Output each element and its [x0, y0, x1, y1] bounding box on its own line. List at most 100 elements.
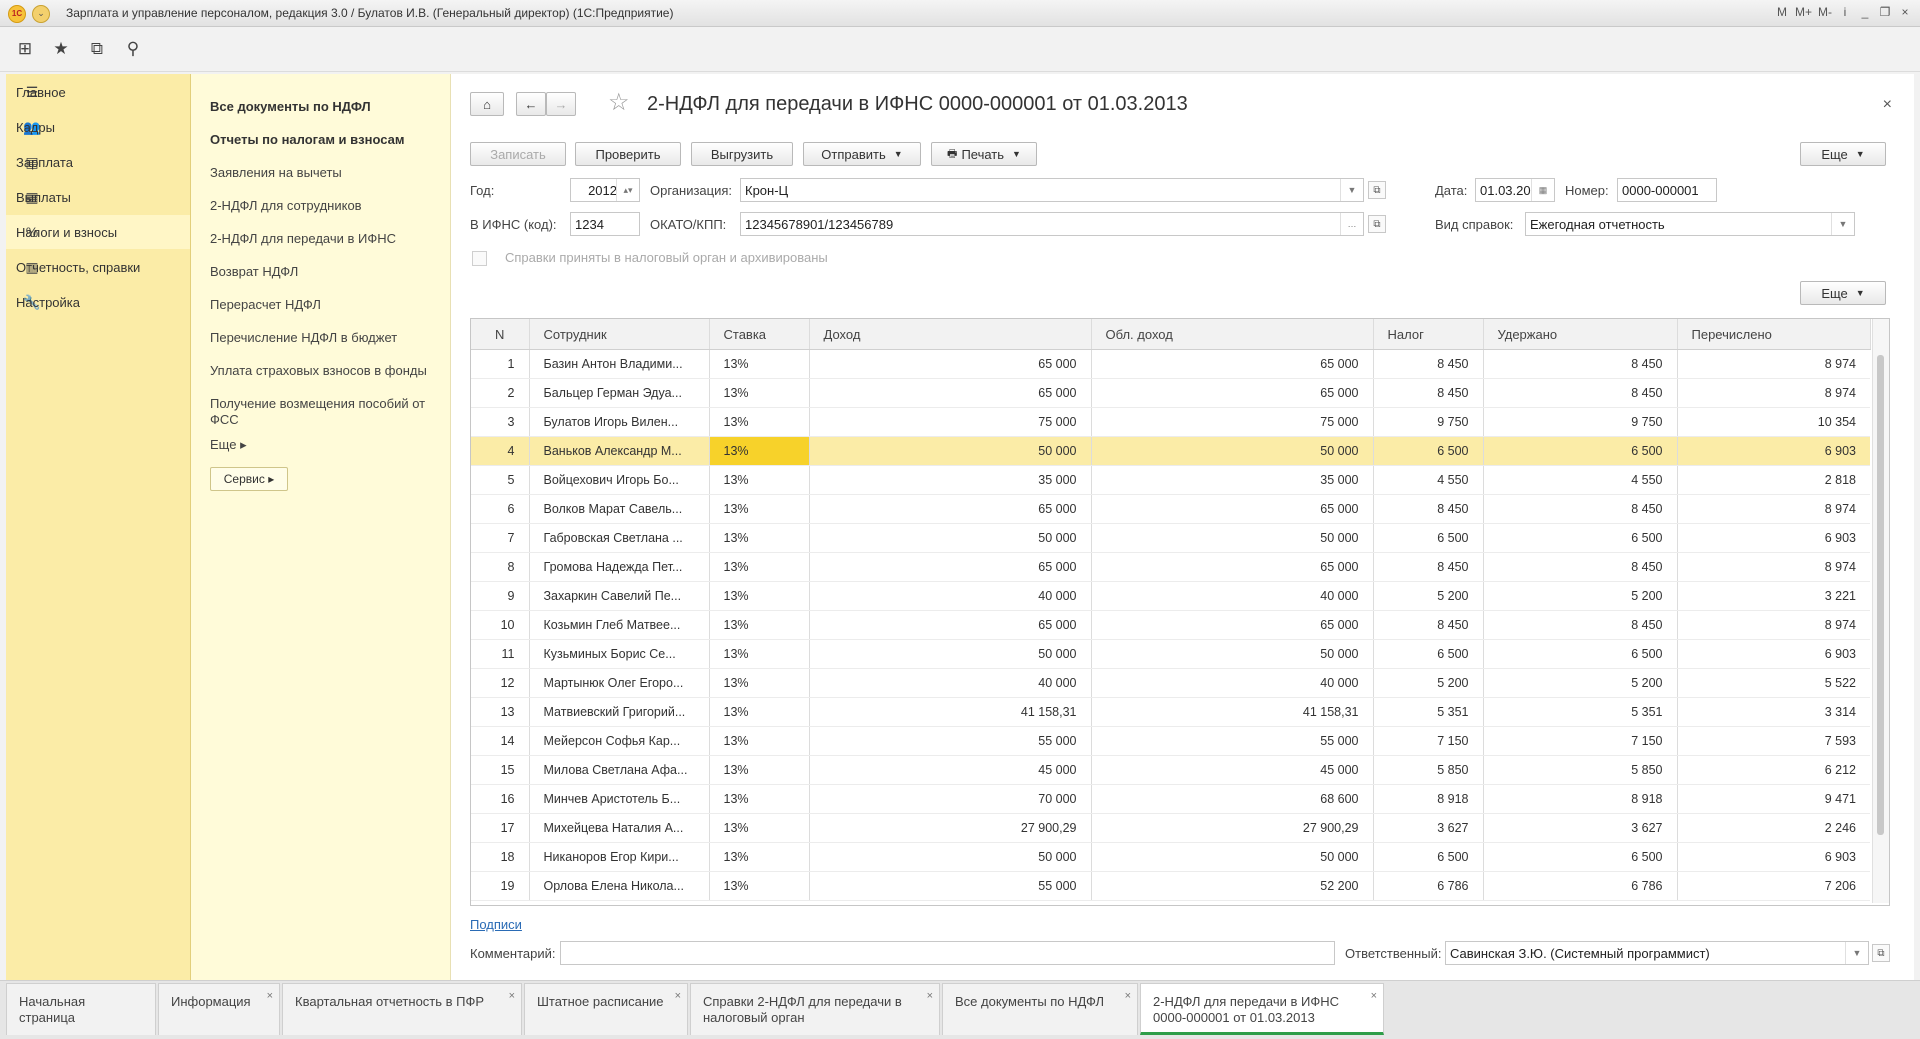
- table-cell[interactable]: 5 200: [1483, 668, 1678, 698]
- send-button[interactable]: Отправить ▼: [803, 142, 921, 166]
- table-cell[interactable]: 6 786: [1483, 871, 1678, 901]
- year-field[interactable]: 2012 ▴▾: [570, 178, 640, 202]
- table-cell[interactable]: 8 450: [1483, 610, 1678, 640]
- table-cell[interactable]: 6 500: [1483, 436, 1678, 466]
- table-cell[interactable]: 13%: [709, 552, 810, 582]
- scrollbar-thumb[interactable]: [1877, 355, 1884, 835]
- ellipsis-icon[interactable]: …: [1340, 213, 1363, 235]
- table-cell[interactable]: 8 450: [1483, 378, 1678, 408]
- open-responsible-button[interactable]: ⧉: [1872, 944, 1890, 962]
- col-header-tax[interactable]: Налог: [1373, 319, 1484, 350]
- table-cell[interactable]: 5 522: [1677, 668, 1870, 698]
- table-cell[interactable]: 7 206: [1677, 871, 1870, 901]
- table-cell[interactable]: Войцехович Игорь Бо...: [529, 465, 710, 495]
- table-cell[interactable]: 6 903: [1677, 436, 1870, 466]
- forward-button[interactable]: →: [546, 92, 576, 116]
- apps-grid-icon[interactable]: ⊞: [14, 39, 36, 59]
- favorite-star-icon[interactable]: ☆: [608, 88, 630, 117]
- table-cell[interactable]: 12: [471, 668, 530, 698]
- col-header-rate[interactable]: Ставка: [709, 319, 810, 350]
- table-cell[interactable]: 6 500: [1483, 639, 1678, 669]
- export-button[interactable]: Выгрузить: [691, 142, 793, 166]
- table-cell[interactable]: 6 212: [1677, 755, 1870, 785]
- archived-checkbox[interactable]: [472, 251, 487, 266]
- submenu-more[interactable]: Еще ▸: [210, 437, 440, 453]
- close-form-button[interactable]: ×: [1883, 96, 1892, 114]
- table-cell[interactable]: 41 158,31: [809, 697, 1092, 727]
- submenu-insurance-payments[interactable]: Уплата страховых взносов в фонды: [210, 363, 440, 379]
- table-cell[interactable]: Ваньков Александр М...: [529, 436, 710, 466]
- nav-item-staff[interactable]: 👥 Кадры: [6, 110, 190, 144]
- tab-pfr-quarterly[interactable]: Квартальная отчетность в ПФР ×: [282, 983, 522, 1035]
- table-cell[interactable]: 15: [471, 755, 530, 785]
- table-cell[interactable]: 40 000: [809, 581, 1092, 611]
- table-cell[interactable]: 7: [471, 523, 530, 553]
- submenu-tax-reports[interactable]: Отчеты по налогам и взносам: [210, 132, 440, 148]
- comment-field[interactable]: [560, 941, 1335, 965]
- table-cell[interactable]: 6 903: [1677, 639, 1870, 669]
- table-cell[interactable]: 8 450: [1483, 552, 1678, 582]
- table-cell[interactable]: 7 150: [1373, 726, 1484, 756]
- calendar-icon[interactable]: ▦: [1531, 179, 1554, 201]
- tab-information[interactable]: Информация ×: [158, 983, 280, 1035]
- kind-field[interactable]: Ежегодная отчетность ▼: [1525, 212, 1855, 236]
- table-cell[interactable]: 8: [471, 552, 530, 582]
- table-cell[interactable]: Мейерсон Софья Кар...: [529, 726, 710, 756]
- table-cell[interactable]: 6 903: [1677, 842, 1870, 872]
- col-header-employee[interactable]: Сотрудник: [529, 319, 710, 350]
- memory-minus-button[interactable]: M-: [1818, 4, 1832, 20]
- okato-field[interactable]: 12345678901/123456789 …: [740, 212, 1364, 236]
- table-cell[interactable]: Габровская Светлана ...: [529, 523, 710, 553]
- table-cell[interactable]: 52 200: [1091, 871, 1374, 901]
- nav-item-taxes[interactable]: % Налоги и взносы: [6, 215, 190, 249]
- table-cell[interactable]: 65 000: [809, 552, 1092, 582]
- table-cell[interactable]: 13%: [709, 697, 810, 727]
- col-header-taxable-income[interactable]: Обл. доход: [1091, 319, 1374, 350]
- table-cell[interactable]: 13%: [709, 465, 810, 495]
- memory-plus-button[interactable]: M+: [1795, 4, 1812, 20]
- search-icon[interactable]: ⚲: [122, 39, 144, 59]
- tab-all-ndfl-docs[interactable]: Все документы по НДФЛ ×: [942, 983, 1138, 1035]
- nav-item-main[interactable]: ☰ Главное: [6, 75, 190, 109]
- table-cell[interactable]: 13%: [709, 349, 810, 379]
- close-tab-icon[interactable]: ×: [267, 988, 273, 1004]
- table-cell[interactable]: 10: [471, 610, 530, 640]
- table-cell[interactable]: 45 000: [1091, 755, 1374, 785]
- submenu-deduction-applications[interactable]: Заявления на вычеты: [210, 165, 440, 181]
- table-cell[interactable]: Матвиевский Григорий...: [529, 697, 710, 727]
- home-button[interactable]: ⌂: [470, 92, 504, 116]
- table-cell[interactable]: 6 500: [1483, 523, 1678, 553]
- maximize-button[interactable]: ❐: [1878, 4, 1892, 20]
- tab-home[interactable]: Начальная страница: [6, 983, 156, 1035]
- table-row[interactable]: 6 Волков Марат Савель... 13% 65 000 65 000 8 …: [471, 494, 1870, 524]
- chevron-down-icon[interactable]: ▼: [1831, 213, 1854, 235]
- close-tab-icon[interactable]: ×: [675, 988, 681, 1004]
- table-cell[interactable]: 65 000: [1091, 378, 1374, 408]
- table-cell[interactable]: Бальцер Герман Эдуа...: [529, 378, 710, 408]
- table-cell[interactable]: 50 000: [809, 842, 1092, 872]
- table-cell[interactable]: 5 850: [1483, 755, 1678, 785]
- table-cell[interactable]: 10 354: [1677, 407, 1870, 437]
- table-cell[interactable]: 65 000: [1091, 494, 1374, 524]
- table-cell[interactable]: 1: [471, 349, 530, 379]
- table-cell[interactable]: 5 351: [1373, 697, 1484, 727]
- table-cell[interactable]: 13%: [709, 523, 810, 553]
- table-cell[interactable]: 68 600: [1091, 784, 1374, 814]
- table-cell[interactable]: 11: [471, 639, 530, 669]
- chevron-down-icon[interactable]: ▼: [1845, 942, 1868, 964]
- table-row[interactable]: 9 Захаркин Савелий Пе... 13% 40 000 40 000 5 …: [471, 581, 1870, 611]
- table-row[interactable]: 16 Минчев Аристотель Б... 13% 70 000 68 600 8…: [471, 784, 1870, 814]
- table-cell[interactable]: 4 550: [1373, 465, 1484, 495]
- table-cell[interactable]: 8 974: [1677, 378, 1870, 408]
- table-cell[interactable]: 13%: [709, 581, 810, 611]
- close-tab-icon[interactable]: ×: [1371, 988, 1377, 1004]
- main-menu-icon[interactable]: ⌄: [32, 5, 50, 23]
- table-cell[interactable]: Михейцева Наталия А...: [529, 813, 710, 843]
- table-cell[interactable]: Минчев Аристотель Б...: [529, 784, 710, 814]
- table-cell[interactable]: Булатов Игорь Вилен...: [529, 407, 710, 437]
- open-org-button[interactable]: ⧉: [1368, 181, 1386, 199]
- table-cell[interactable]: 35 000: [1091, 465, 1374, 495]
- table-cell[interactable]: 16: [471, 784, 530, 814]
- date-field[interactable]: 01.03.20 ▦: [1475, 178, 1555, 202]
- table-cell[interactable]: Захаркин Савелий Пе...: [529, 581, 710, 611]
